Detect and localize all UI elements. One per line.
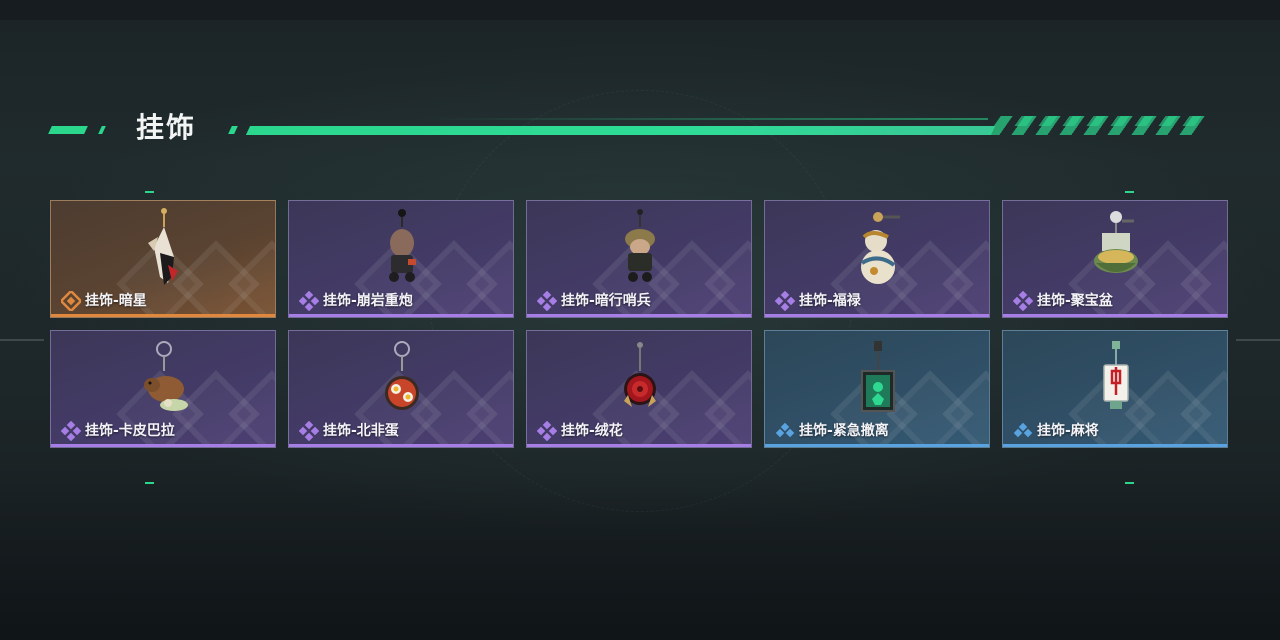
card-label: 挂饰-福禄 bbox=[775, 291, 861, 311]
pendant-card[interactable]: 挂饰-福禄 bbox=[764, 200, 990, 318]
corner-tick bbox=[1125, 482, 1134, 484]
header-accent bbox=[98, 126, 106, 134]
card-label: 挂饰-绒花 bbox=[537, 421, 623, 441]
card-label: 挂饰-暗星 bbox=[61, 291, 147, 311]
background-scenery bbox=[0, 470, 1280, 640]
treasure-bowl-pendant-icon bbox=[1094, 211, 1138, 273]
rarity-diamond-icon bbox=[775, 422, 795, 438]
card-label: 挂饰-麻将 bbox=[1013, 421, 1099, 441]
rarity-bar bbox=[289, 444, 513, 447]
left-rail bbox=[0, 339, 44, 341]
header-accent bbox=[48, 126, 88, 134]
pendant-name: 挂饰-福禄 bbox=[799, 293, 861, 309]
pendant-card[interactable]: 挂饰-聚宝盆 bbox=[1002, 200, 1228, 318]
header-accent-bar bbox=[245, 126, 996, 135]
rarity-diamond-icon bbox=[537, 291, 557, 311]
card-label: 挂饰-卡皮巴拉 bbox=[61, 421, 175, 441]
rarity-bar bbox=[1003, 444, 1227, 447]
capybara-pendant-icon bbox=[144, 341, 188, 411]
dark-star-pendant-icon bbox=[148, 208, 178, 285]
pendant-card[interactable]: 挂饰-北非蛋 bbox=[288, 330, 514, 448]
pendant-name: 挂饰-崩岩重炮 bbox=[323, 293, 413, 309]
pendant-card[interactable]: 挂饰-绒花 bbox=[526, 330, 752, 448]
card-label: 挂饰-北非蛋 bbox=[299, 421, 399, 441]
card-label: 挂饰-崩岩重炮 bbox=[299, 291, 413, 311]
pendant-card[interactable]: 挂饰-暗星 bbox=[50, 200, 276, 318]
pendant-card[interactable]: 挂饰-暗行哨兵 bbox=[526, 200, 752, 318]
gourd-fortune-pendant-icon bbox=[860, 212, 900, 284]
rarity-bar bbox=[765, 444, 989, 447]
pendant-card[interactable]: 挂饰-卡皮巴拉 bbox=[50, 330, 276, 448]
right-rail bbox=[1236, 339, 1280, 341]
rarity-bar bbox=[1003, 314, 1227, 317]
rarity-diamond-icon bbox=[61, 421, 81, 441]
mahjong-tile-pendant-icon bbox=[1103, 341, 1129, 409]
rarity-bar bbox=[765, 314, 989, 317]
card-label: 挂饰-暗行哨兵 bbox=[537, 291, 651, 311]
card-label: 挂饰-紧急撤离 bbox=[775, 421, 889, 441]
rock-cannon-pendant-icon bbox=[389, 209, 416, 282]
header-accent-line bbox=[428, 118, 988, 120]
corner-tick bbox=[145, 191, 154, 193]
pendant-name: 挂饰-紧急撤离 bbox=[799, 423, 889, 439]
pendant-name: 挂饰-暗行哨兵 bbox=[561, 293, 651, 309]
rarity-diamond-icon bbox=[299, 291, 319, 311]
corner-tick bbox=[145, 482, 154, 484]
pendant-name: 挂饰-北非蛋 bbox=[323, 423, 399, 439]
rarity-diamond-icon bbox=[775, 291, 795, 311]
rarity-diamond-icon bbox=[1013, 291, 1033, 311]
pendant-grid: 挂饰-暗星 挂饰-崩岩重炮 挂饰-暗行哨兵 挂饰-福禄 挂饰-聚宝盆 挂饰-卡皮… bbox=[50, 200, 1230, 450]
corner-tick bbox=[1125, 191, 1134, 193]
pendant-name: 挂饰-绒花 bbox=[561, 423, 623, 439]
top-strip bbox=[0, 0, 1280, 20]
shadow-sentry-pendant-icon bbox=[625, 209, 655, 282]
rarity-diamond-icon bbox=[1013, 422, 1033, 438]
section-title: 挂饰 bbox=[136, 111, 197, 144]
pendant-card[interactable]: 挂饰-崩岩重炮 bbox=[288, 200, 514, 318]
rarity-bar bbox=[51, 314, 275, 317]
pendant-name: 挂饰-卡皮巴拉 bbox=[85, 423, 175, 439]
pendant-card[interactable]: 挂饰-紧急撤离 bbox=[764, 330, 990, 448]
header-accent bbox=[228, 126, 238, 134]
shakshuka-pendant-icon bbox=[385, 341, 419, 410]
rarity-bar bbox=[289, 314, 513, 317]
pendant-name: 挂饰-暗星 bbox=[85, 293, 147, 309]
rarity-bar bbox=[527, 444, 751, 447]
pendant-name: 挂饰-麻将 bbox=[1037, 423, 1099, 439]
rarity-diamond-icon bbox=[299, 421, 319, 441]
pendant-name: 挂饰-聚宝盆 bbox=[1037, 293, 1113, 309]
rarity-bar bbox=[527, 314, 751, 317]
pendant-card[interactable]: 挂饰-麻将 bbox=[1002, 330, 1228, 448]
rarity-bar bbox=[51, 444, 275, 447]
header-checker-pattern bbox=[1002, 116, 1208, 126]
card-label: 挂饰-聚宝盆 bbox=[1013, 291, 1113, 311]
emergency-evac-pendant-icon bbox=[861, 341, 895, 412]
velvet-flower-pendant-icon bbox=[624, 342, 656, 407]
section-header: 挂饰 bbox=[48, 106, 1211, 150]
rarity-diamond-icon bbox=[61, 291, 81, 311]
rarity-diamond-icon bbox=[537, 421, 557, 441]
